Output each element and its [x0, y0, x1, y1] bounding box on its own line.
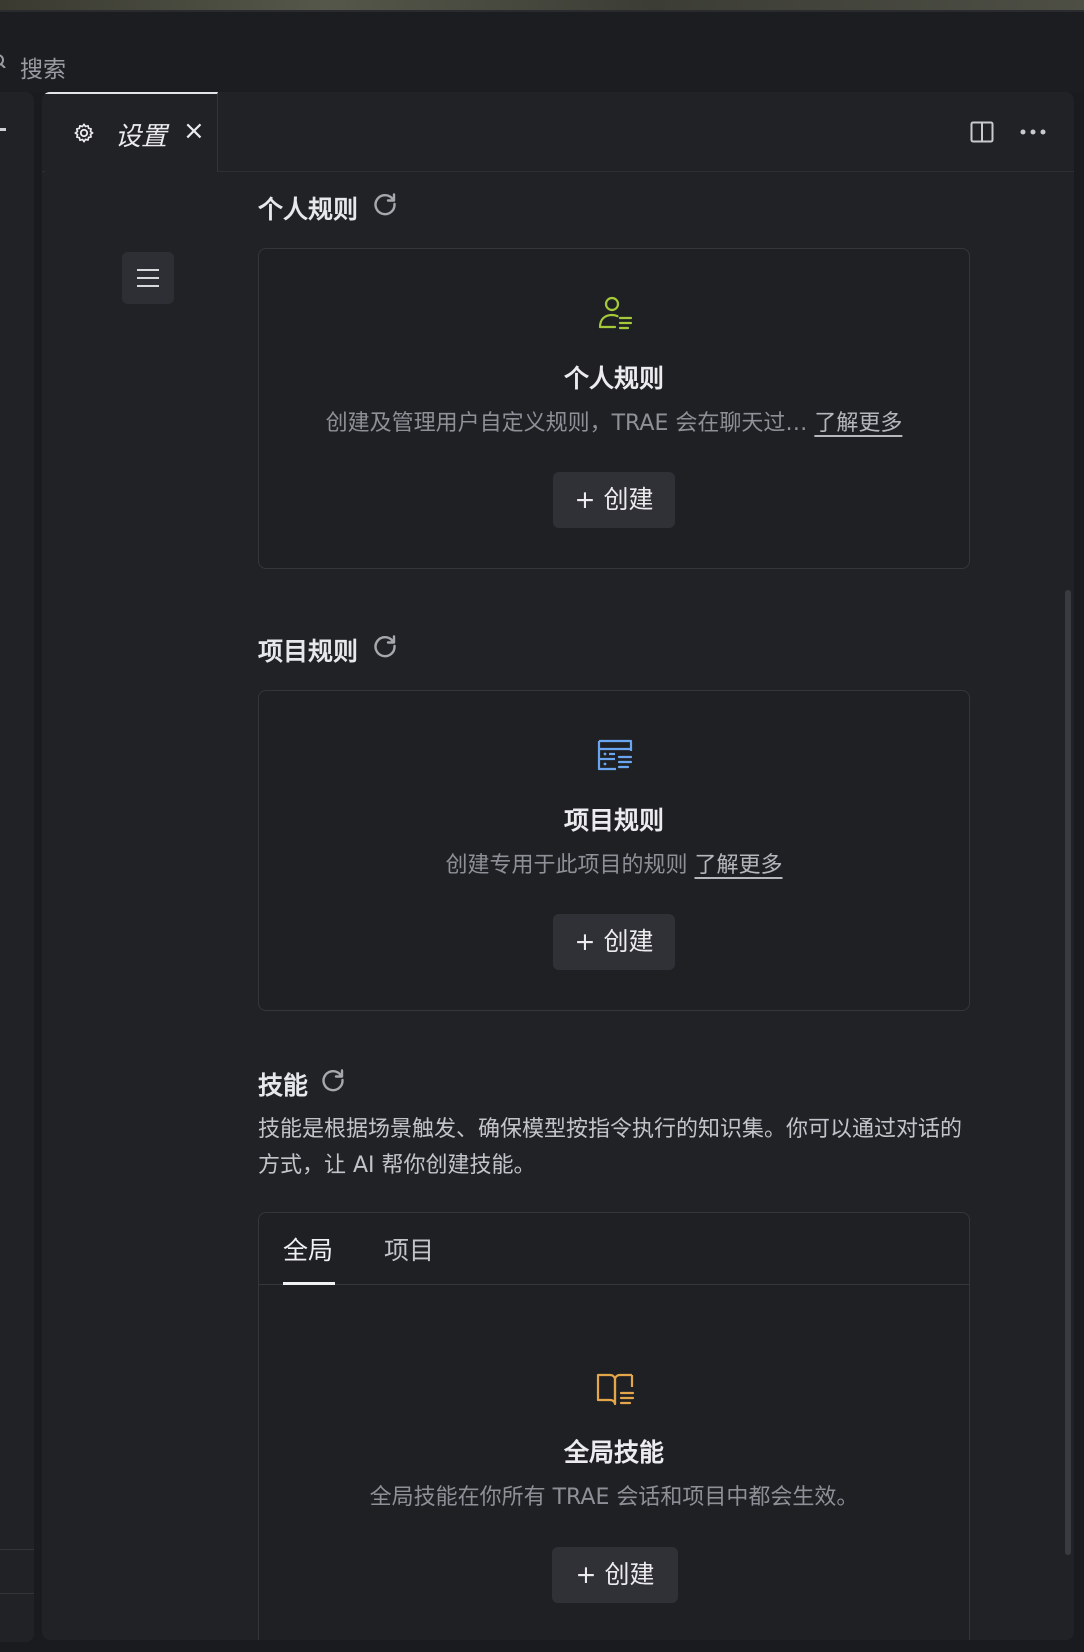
search-icon [0, 54, 6, 68]
personal-rules-desc-text: 创建及管理用户自定义规则，TRAE 会在聊天过… [325, 411, 808, 436]
refresh-icon[interactable] [372, 191, 398, 217]
learn-more-link[interactable]: 了解更多 [695, 853, 783, 878]
menu-button[interactable] [122, 252, 174, 304]
left-panel-divider [0, 1549, 34, 1550]
skills-description: 技能是根据场景触发、确保模型按指令执行的知识集。你可以通过对话的方式，让 AI … [258, 1117, 963, 1178]
window-top-strip [0, 0, 1084, 12]
tab-settings[interactable]: 设置 × [45, 92, 218, 172]
personal-rules-icon [598, 296, 633, 330]
learn-more-link[interactable]: 了解更多 [814, 411, 902, 436]
left-panel-dash [0, 128, 6, 131]
skills-card-desc: 全局技能在你所有 TRAE 会话和项目中都会生效。 [369, 1485, 859, 1510]
left-panel-divider [0, 1593, 34, 1594]
tab-bar: 设置 × [42, 92, 1074, 172]
project-rules-card-title: 项目规则 [563, 806, 664, 835]
create-personal-rule-button[interactable]: + 创建 [553, 472, 675, 528]
active-tab-indicator [283, 1282, 335, 1285]
split-editor-icon[interactable] [970, 120, 994, 144]
skills-tab-bar: 全局 项目 [259, 1213, 969, 1285]
personal-rules-card-desc: 创建及管理用户自定义规则，TRAE 会在聊天过… 了解更多 [259, 405, 969, 437]
project-rules-icon [597, 739, 633, 771]
tab-global[interactable]: 全局 [283, 1231, 333, 1267]
left-panel [0, 92, 34, 1642]
tab-project[interactable]: 项目 [384, 1231, 434, 1267]
settings-panel: 设置 × 个人规则 个人规则 创建及管理用户自定义规则，TRAE 会在聊天过… … [42, 92, 1074, 1640]
project-rules-desc-text: 创建专用于此项目的规则 [445, 853, 688, 878]
project-rules-card: 项目规则 创建专用于此项目的规则 了解更多 + 创建 [258, 690, 970, 1011]
menu-icon [137, 269, 159, 287]
create-skill-button[interactable]: + 创建 [552, 1547, 678, 1603]
refresh-icon[interactable] [372, 633, 398, 659]
gear-icon [74, 123, 94, 143]
project-rules-card-desc: 创建专用于此项目的规则 了解更多 [259, 847, 969, 879]
personal-rules-card-title: 个人规则 [563, 364, 664, 393]
skills-heading: 技能 [258, 1071, 309, 1100]
skills-card-title: 全局技能 [563, 1438, 664, 1467]
personal-rules-card: 个人规则 创建及管理用户自定义规则，TRAE 会在聊天过… 了解更多 + 创建 [258, 248, 970, 569]
tab-title: 设置 [115, 122, 168, 152]
personal-rules-heading: 个人规则 [258, 195, 359, 224]
search-label[interactable]: 搜索 [20, 50, 66, 84]
search-bar[interactable]: 搜索 [0, 12, 1084, 92]
skills-card: 全局 项目 全局技能 全局技能在你所有 TRAE 会话和项目中都会生效。 + 创… [258, 1212, 970, 1640]
scrollbar[interactable] [1065, 590, 1071, 1555]
more-icon[interactable] [1020, 128, 1046, 136]
close-icon[interactable]: × [183, 116, 205, 146]
project-rules-heading: 项目规则 [258, 637, 359, 666]
skills-book-icon [596, 1373, 635, 1406]
refresh-icon[interactable] [320, 1067, 346, 1093]
create-project-rule-button[interactable]: + 创建 [553, 914, 675, 970]
